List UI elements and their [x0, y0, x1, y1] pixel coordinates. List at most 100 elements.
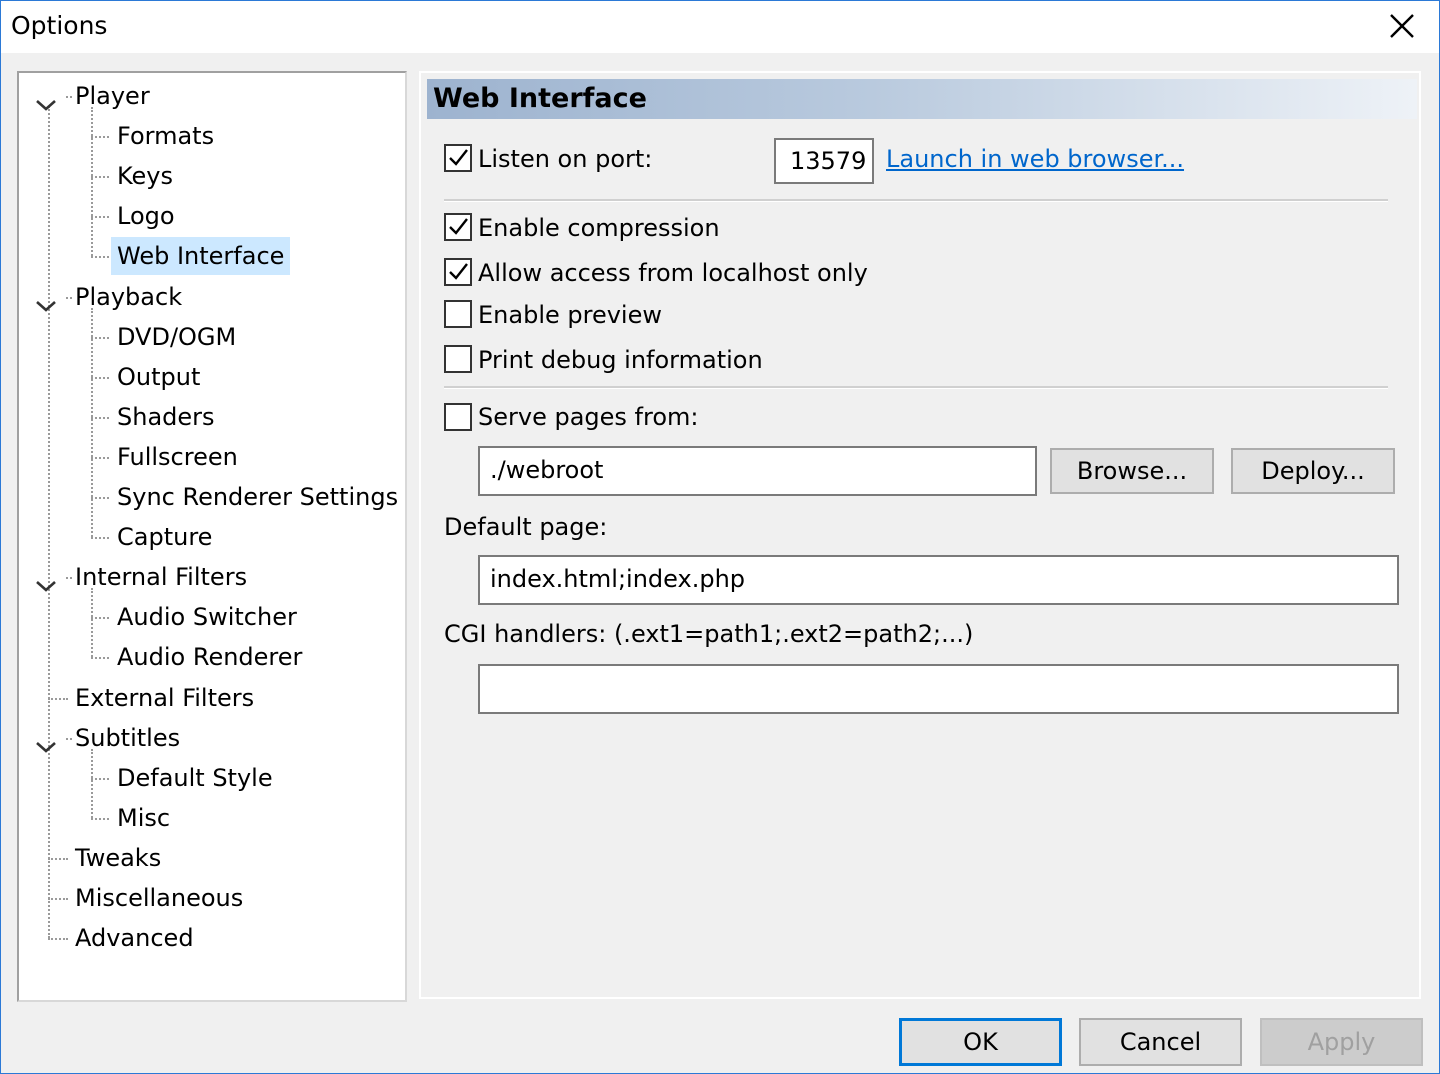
tree-connector	[66, 296, 72, 299]
tree-item-label: Capture	[117, 523, 213, 552]
tree-item-label: Web Interface	[117, 242, 285, 271]
preview-checkbox[interactable]	[444, 300, 472, 328]
default-page-label: Default page:	[444, 513, 608, 541]
tree-item[interactable]: Subtitles	[69, 719, 186, 757]
options-tree[interactable]: Player Formats Keys Logo Web Interface Playba…	[17, 71, 407, 1002]
tree-connector	[91, 336, 109, 339]
tree-connector	[91, 777, 109, 780]
tree-item-label: Advanced	[75, 924, 194, 953]
listen-label[interactable]: Listen on port:	[478, 145, 652, 173]
serve-pages-checkbox[interactable]	[444, 403, 472, 431]
localhost-label[interactable]: Allow access from localhost only	[478, 259, 868, 287]
tree-item[interactable]: DVD/OGM	[111, 318, 242, 356]
checkmark-icon	[449, 149, 468, 166]
debug-label[interactable]: Print debug information	[478, 346, 763, 374]
tree-connector	[91, 216, 109, 219]
debug-checkbox[interactable]	[444, 345, 472, 373]
cancel-label: Cancel	[1119, 1028, 1202, 1056]
deploy-button[interactable]: Deploy...	[1231, 448, 1395, 494]
options-dialog: Options Player Formats Keys Logo Web Interfa…	[0, 0, 1440, 1074]
ok-label: OK	[963, 1028, 998, 1056]
cgi-handlers-input[interactable]	[478, 664, 1399, 714]
tree-item-label: Misc	[117, 803, 171, 832]
tree-connector	[91, 176, 109, 179]
checkmark-icon	[449, 218, 468, 235]
tree-connector	[91, 136, 109, 139]
tree-item[interactable]: Internal Filters	[69, 558, 253, 596]
tree-item[interactable]: Audio Switcher	[111, 598, 303, 636]
tree-item[interactable]: Default Style	[111, 759, 279, 797]
tree-item[interactable]: Formats	[111, 117, 220, 155]
tree-item[interactable]: External Filters	[69, 679, 260, 717]
chevron-down-icon[interactable]	[35, 291, 57, 312]
tree-item-label: Audio Switcher	[117, 603, 297, 632]
cancel-button[interactable]: Cancel	[1079, 1018, 1242, 1066]
window-title: Options	[11, 11, 108, 40]
browse-button[interactable]: Browse...	[1050, 448, 1214, 494]
tree-item-label: Formats	[117, 122, 215, 151]
launch-browser-link[interactable]: Launch in web browser...	[886, 145, 1184, 173]
deploy-label: Deploy...	[1261, 457, 1365, 485]
tree-connector	[91, 376, 109, 379]
tree-item[interactable]: Web Interface	[111, 237, 291, 276]
tree-item[interactable]: Tweaks	[69, 839, 167, 877]
chevron-down-icon[interactable]	[35, 732, 57, 753]
tree-item[interactable]: Audio Renderer	[111, 638, 308, 676]
serve-pages-label[interactable]: Serve pages from:	[478, 403, 698, 431]
cgi-handlers-label: CGI handlers: (.ext1=path1;.ext2=path2;.…	[444, 620, 974, 648]
tree-item[interactable]: Playback	[69, 278, 188, 316]
tree-item[interactable]: Fullscreen	[111, 438, 244, 476]
tree-item[interactable]: Misc	[111, 799, 176, 837]
preview-label[interactable]: Enable preview	[478, 301, 662, 329]
port-input[interactable]: 13579	[774, 138, 874, 184]
chevron-down-icon[interactable]	[35, 571, 57, 592]
webroot-input[interactable]: ./webroot	[478, 446, 1037, 496]
tree-item-label: Sync Renderer Settings	[117, 483, 399, 511]
tree-item[interactable]: Sync Renderer Settings	[111, 478, 404, 516]
tree-connector	[91, 817, 109, 820]
ok-button[interactable]: OK	[899, 1018, 1062, 1066]
tree-item-label: Logo	[117, 202, 175, 231]
tree-item-label: Playback	[75, 282, 183, 311]
tree-connector	[91, 107, 93, 257]
tree-connector	[91, 617, 109, 620]
tree-connector	[66, 577, 72, 580]
tree-connector	[48, 697, 68, 700]
tree-item[interactable]: Miscellaneous	[69, 879, 249, 917]
chevron-down-icon[interactable]	[35, 90, 57, 111]
tree-item[interactable]: Player	[69, 77, 156, 115]
tree-item-label: Audio Renderer	[117, 643, 303, 672]
tree-item[interactable]: Advanced	[69, 919, 200, 957]
default-page-input[interactable]: index.html;index.php	[478, 555, 1399, 605]
apply-label: Apply	[1307, 1028, 1376, 1056]
page-title: Web Interface	[433, 83, 647, 114]
tree-connector	[91, 456, 109, 459]
tree-item[interactable]: Shaders	[111, 398, 221, 436]
separator	[444, 199, 1388, 202]
tree-item-label: Keys	[117, 162, 174, 191]
listen-checkbox[interactable]	[444, 144, 472, 172]
close-button[interactable]	[1371, 1, 1433, 51]
tree-item[interactable]: Keys	[111, 157, 179, 195]
tree-connector	[48, 898, 68, 900]
separator	[444, 386, 1388, 389]
apply-button[interactable]: Apply	[1260, 1018, 1423, 1066]
page-header: Web Interface	[427, 79, 1417, 119]
tree-item[interactable]: Logo	[111, 197, 181, 235]
tree-connector	[91, 537, 109, 540]
compression-checkbox[interactable]	[444, 213, 472, 241]
tree-item[interactable]: Output	[111, 358, 206, 396]
tree-item-label: Shaders	[117, 402, 215, 431]
tree-connector	[91, 307, 93, 538]
tree-connector	[48, 938, 68, 941]
tree-connector	[91, 588, 93, 658]
title-bar: Options	[1, 1, 1439, 53]
tree-item-label: Fullscreen	[117, 442, 238, 471]
localhost-checkbox[interactable]	[444, 258, 472, 286]
tree-item[interactable]: Capture	[111, 518, 218, 556]
tree-connector	[91, 657, 109, 660]
compression-label[interactable]: Enable compression	[478, 214, 720, 242]
tree-item-label: Tweaks	[75, 843, 162, 872]
tree-item-label: Miscellaneous	[75, 884, 244, 912]
tree-item-label: Output	[117, 362, 201, 391]
